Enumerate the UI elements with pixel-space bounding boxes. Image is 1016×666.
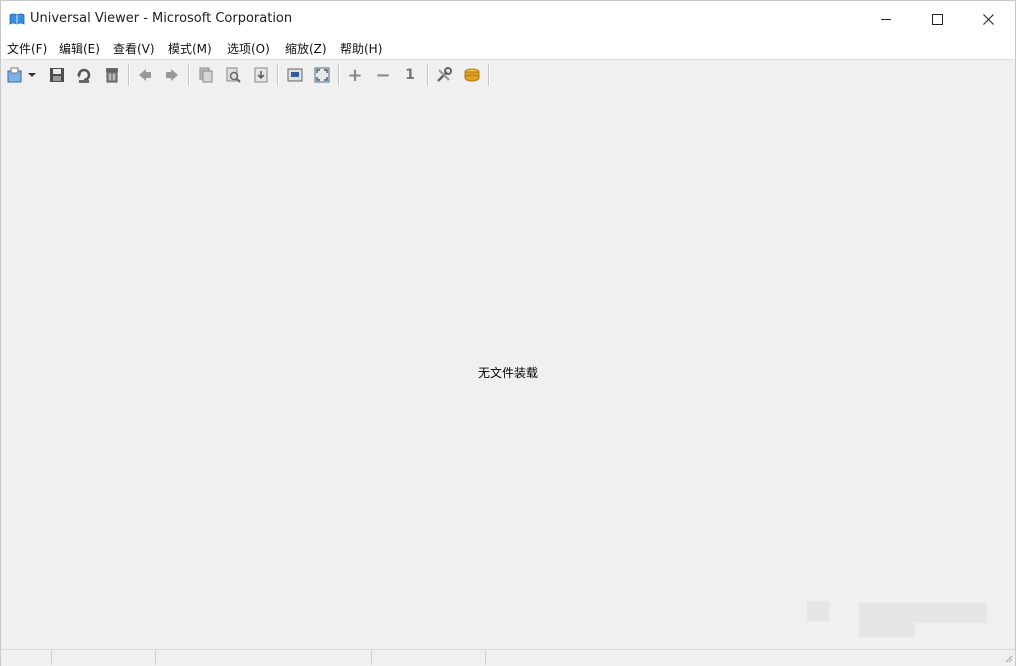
status-bar (1, 649, 1015, 666)
plugins-icon (464, 68, 480, 82)
reload-button[interactable] (73, 64, 95, 86)
forward-button[interactable] (161, 64, 183, 86)
find-icon (226, 67, 241, 83)
watermark-block (859, 603, 915, 637)
close-file-icon (106, 68, 118, 83)
toolbar-separator (277, 64, 279, 86)
status-divider (371, 651, 372, 665)
zoom-in-button[interactable]: + (344, 64, 366, 86)
copy-icon (199, 67, 213, 83)
original-size-button[interactable]: 1 (399, 64, 421, 86)
goto-icon (254, 67, 268, 83)
save-button[interactable] (46, 64, 68, 86)
goto-button[interactable] (250, 64, 272, 86)
open-button[interactable] (4, 64, 26, 86)
menu-options[interactable]: 选项(O) (227, 40, 270, 57)
viewer-area[interactable]: 无文件装载 (1, 91, 1015, 649)
menu-mode[interactable]: 模式(M) (168, 40, 212, 57)
copy-button[interactable] (195, 64, 217, 86)
settings-icon (437, 67, 452, 82)
save-icon (50, 68, 64, 82)
toolbar: + − 1 (1, 60, 1015, 90)
fit-window-icon (287, 68, 303, 82)
plugins-button[interactable] (461, 64, 483, 86)
find-button[interactable] (222, 64, 244, 86)
menu-zoom[interactable]: 缩放(Z) (285, 40, 327, 57)
original-size-icon: 1 (405, 67, 415, 83)
settings-button[interactable] (433, 64, 455, 86)
open-dropdown-button[interactable] (25, 64, 39, 86)
reload-icon (77, 68, 91, 83)
close-icon (982, 13, 994, 25)
toolbar-separator (427, 64, 429, 86)
title-bar[interactable]: Universal Viewer - Microsoft Corporation (1, 1, 1015, 37)
watermark-block (807, 601, 829, 621)
toolbar-separator (128, 64, 130, 86)
menu-view[interactable]: 查看(V) (113, 40, 155, 57)
close-file-button[interactable] (101, 64, 123, 86)
back-button[interactable] (134, 64, 156, 86)
watermark-block (915, 603, 987, 623)
back-icon (139, 69, 151, 81)
empty-message: 无文件装载 (477, 366, 538, 380)
menu-bar: 文件(F) 编辑(E) 查看(V) 模式(M) 选项(O) 缩放(Z) 帮助(H… (1, 37, 1015, 60)
zoom-in-icon: + (347, 64, 363, 86)
dropdown-arrow-icon (28, 73, 36, 77)
menu-help[interactable]: 帮助(H) (340, 40, 382, 57)
minimize-icon (881, 18, 891, 20)
app-logo-icon (9, 13, 25, 25)
window-title: Universal Viewer - Microsoft Corporation (30, 11, 293, 26)
toolbar-separator (488, 64, 490, 86)
toolbar-separator (188, 64, 190, 86)
zoom-out-icon: − (375, 64, 391, 86)
status-divider (155, 651, 156, 665)
resize-grip-icon[interactable] (1003, 653, 1013, 663)
open-icon (7, 67, 22, 83)
fullscreen-icon (314, 67, 330, 83)
close-button[interactable] (965, 1, 1011, 37)
toolbar-separator (338, 64, 340, 86)
status-divider (51, 651, 52, 665)
fit-window-button[interactable] (284, 64, 306, 86)
zoom-out-button[interactable]: − (372, 64, 394, 86)
forward-icon (166, 69, 178, 81)
maximize-button[interactable] (914, 1, 960, 37)
status-divider (485, 651, 486, 665)
minimize-button[interactable] (863, 1, 909, 37)
app-window: Universal Viewer - Microsoft Corporation… (0, 0, 1016, 666)
fullscreen-button[interactable] (311, 64, 333, 86)
menu-file[interactable]: 文件(F) (7, 40, 47, 57)
menu-edit[interactable]: 编辑(E) (59, 40, 100, 57)
maximize-icon (931, 13, 943, 25)
